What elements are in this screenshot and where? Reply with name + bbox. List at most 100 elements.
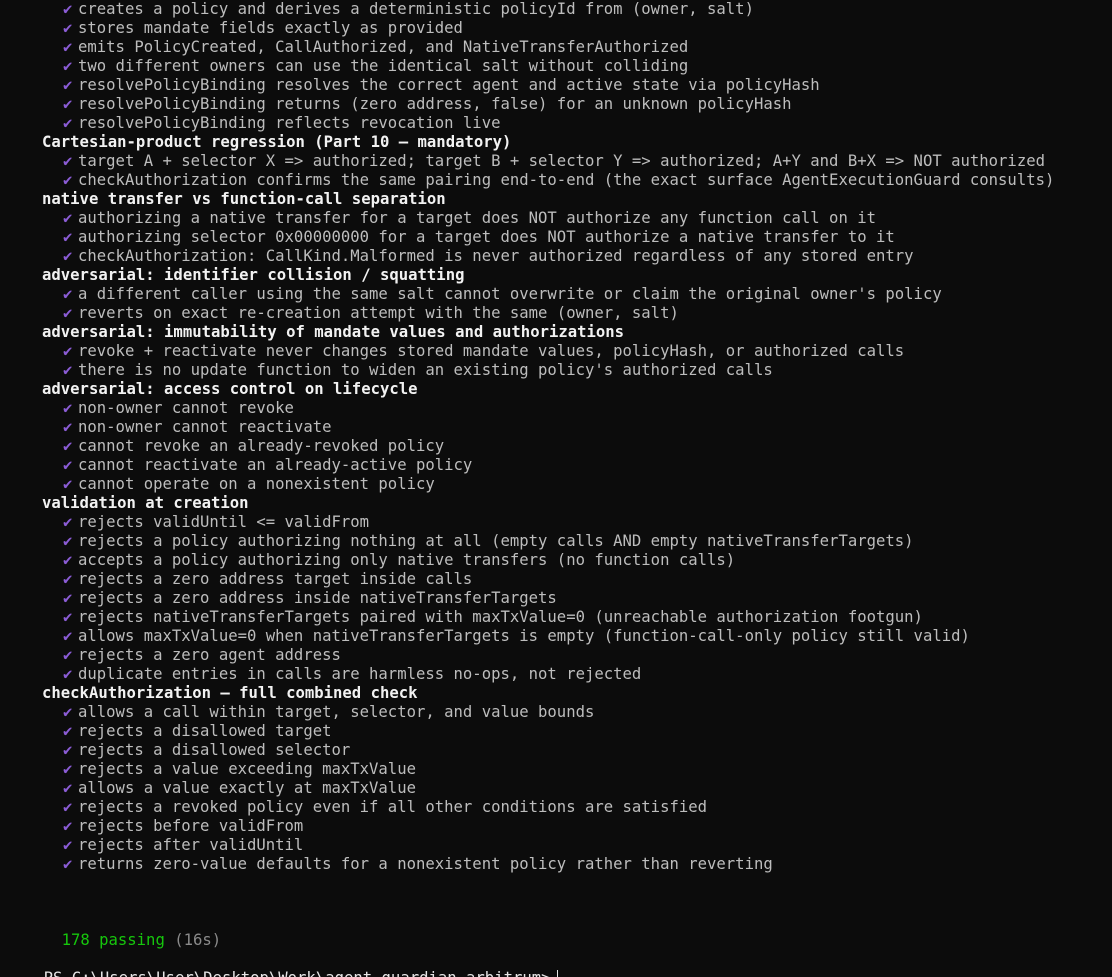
- check-icon: ✔: [63, 247, 73, 265]
- test-title: allows a call within target, selector, a…: [78, 703, 595, 721]
- test-result-line: ✔ resolvePolicyBinding returns (zero addr…: [0, 95, 1112, 114]
- check-icon: ✔: [63, 627, 73, 645]
- check-icon: ✔: [63, 304, 73, 322]
- test-title: accepts a policy authorizing only native…: [78, 551, 736, 569]
- check-icon: ✔: [63, 703, 73, 721]
- test-title: reverts on exact re-creation attempt wit…: [78, 304, 679, 322]
- test-title: emits PolicyCreated, CallAuthorized, and…: [78, 38, 689, 56]
- check-icon: ✔: [63, 589, 73, 607]
- test-title: checkAuthorization confirms the same pai…: [78, 171, 1055, 189]
- test-title: creates a policy and derives a determini…: [78, 0, 754, 18]
- check-icon: ✔: [63, 209, 73, 227]
- test-result-line: ✔ creates a policy and derives a determin…: [0, 0, 1112, 19]
- check-icon: ✔: [63, 836, 73, 854]
- terminal-window[interactable]: ✔ creates a policy and derives a determin…: [0, 0, 1112, 977]
- test-title: allows a value exactly at maxTxValue: [78, 779, 416, 797]
- test-title: rejects a policy authorizing nothing at …: [78, 532, 914, 550]
- test-result-line: ✔ rejects a zero address inside nativeTra…: [0, 589, 1112, 608]
- test-title: rejects a disallowed target: [78, 722, 332, 740]
- check-icon: ✔: [63, 722, 73, 740]
- shell-prompt[interactable]: PS C:\Users\User\Desktop\Work\agent-guar…: [6, 950, 558, 977]
- check-icon: ✔: [63, 817, 73, 835]
- check-icon: ✔: [63, 342, 73, 360]
- test-result-line: ✔ cannot reactivate an already-active pol…: [0, 456, 1112, 475]
- check-icon: ✔: [63, 646, 73, 664]
- test-title: rejects a zero agent address: [78, 646, 341, 664]
- test-result-line: ✔ checkAuthorization confirms the same pa…: [0, 171, 1112, 190]
- test-result-line: ✔ rejects a policy authorizing nothing at…: [0, 532, 1112, 551]
- test-result-line: ✔ two different owners can use the identi…: [0, 57, 1112, 76]
- test-result-line: ✔ checkAuthorization: CallKind.Malformed …: [0, 247, 1112, 266]
- test-title: authorizing selector 0x00000000 for a ta…: [78, 228, 895, 246]
- test-result-line: ✔ allows maxTxValue=0 when nativeTransfer…: [0, 627, 1112, 646]
- test-result-line: ✔ rejects a revoked policy even if all ot…: [0, 798, 1112, 817]
- test-title: resolvePolicyBinding reflects revocation…: [78, 114, 501, 132]
- test-duration: (16s): [174, 931, 222, 949]
- check-icon: ✔: [63, 779, 73, 797]
- test-result-line: ✔ returns zero-value defaults for a nonex…: [0, 855, 1112, 874]
- test-result-line: ✔ authorizing a native transfer for a tar…: [0, 209, 1112, 228]
- check-icon: ✔: [63, 855, 73, 873]
- check-icon: ✔: [63, 152, 73, 170]
- test-result-line: ✔ authorizing selector 0x00000000 for a t…: [0, 228, 1112, 247]
- check-icon: ✔: [63, 456, 73, 474]
- test-result-line: ✔ rejects a disallowed target: [0, 722, 1112, 741]
- test-title: stores mandate fields exactly as provide…: [78, 19, 463, 37]
- check-icon: ✔: [63, 361, 73, 379]
- test-result-line: ✔ rejects before validFrom: [0, 817, 1112, 836]
- test-result-line: ✔ rejects a value exceeding maxTxValue: [0, 760, 1112, 779]
- suite-heading: adversarial: immutability of mandate val…: [42, 323, 625, 341]
- test-title: checkAuthorization: CallKind.Malformed i…: [78, 247, 914, 265]
- test-result-line: ✔ non-owner cannot revoke: [0, 399, 1112, 418]
- test-title: cannot reactivate an already-active poli…: [78, 456, 473, 474]
- check-icon: ✔: [63, 114, 73, 132]
- check-icon: ✔: [63, 171, 73, 189]
- test-title: rejects a zero address target inside cal…: [78, 570, 473, 588]
- test-title: rejects a value exceeding maxTxValue: [78, 760, 416, 778]
- test-title: target A + selector X => authorized; tar…: [78, 152, 1045, 170]
- suite-heading: validation at creation: [42, 494, 249, 512]
- test-result-line: ✔ allows a call within target, selector, …: [0, 703, 1112, 722]
- test-result-line: ✔ rejects after validUntil: [0, 836, 1112, 855]
- test-result-line: ✔ target A + selector X => authorized; ta…: [0, 152, 1112, 171]
- test-result-line: ✔ a different caller using the same salt …: [0, 285, 1112, 304]
- check-icon: ✔: [63, 19, 73, 37]
- test-title: non-owner cannot reactivate: [78, 418, 332, 436]
- passing-count: 178 passing: [61, 931, 165, 949]
- test-result-line: ✔ rejects validUntil <= validFrom: [0, 513, 1112, 532]
- check-icon: ✔: [63, 760, 73, 778]
- test-title: authorizing a native transfer for a targ…: [78, 209, 876, 227]
- test-result-line: ✔ emits PolicyCreated, CallAuthorized, an…: [0, 38, 1112, 57]
- check-icon: ✔: [63, 798, 73, 816]
- test-result-line: ✔ rejects a disallowed selector: [0, 741, 1112, 760]
- check-icon: ✔: [63, 285, 73, 303]
- suite-heading: checkAuthorization — full combined check: [42, 684, 418, 702]
- check-icon: ✔: [63, 570, 73, 588]
- test-title: allows maxTxValue=0 when nativeTransferT…: [78, 627, 970, 645]
- suite-heading: adversarial: access control on lifecycle: [42, 380, 418, 398]
- test-title: there is no update function to widen an …: [78, 361, 773, 379]
- check-icon: ✔: [63, 741, 73, 759]
- check-icon: ✔: [63, 513, 73, 531]
- check-icon: ✔: [63, 551, 73, 569]
- test-output: ✔ creates a policy and derives a determin…: [0, 0, 1112, 874]
- test-result-line: ✔ reverts on exact re-creation attempt wi…: [0, 304, 1112, 323]
- test-result-line: ✔ revoke + reactivate never changes store…: [0, 342, 1112, 361]
- check-icon: ✔: [63, 399, 73, 417]
- test-result-line: ✔ duplicate entries in calls are harmless…: [0, 665, 1112, 684]
- test-title: cannot operate on a nonexistent policy: [78, 475, 435, 493]
- suite-heading: native transfer vs function-call separat…: [42, 190, 446, 208]
- test-result-line: ✔ cannot operate on a nonexistent policy: [0, 475, 1112, 494]
- test-title: cannot revoke an already-revoked policy: [78, 437, 445, 455]
- check-icon: ✔: [63, 437, 73, 455]
- test-title: rejects a disallowed selector: [78, 741, 351, 759]
- test-result-line: ✔ resolvePolicyBinding reflects revocatio…: [0, 114, 1112, 133]
- check-icon: ✔: [63, 0, 73, 18]
- check-icon: ✔: [63, 608, 73, 626]
- test-title: rejects before validFrom: [78, 817, 304, 835]
- suite-heading: adversarial: identifier collision / squa…: [42, 266, 465, 284]
- test-title: returns zero-value defaults for a nonexi…: [78, 855, 773, 873]
- text-cursor: [556, 970, 558, 977]
- test-result-line: ✔ there is no update function to widen an…: [0, 361, 1112, 380]
- test-title: rejects validUntil <= validFrom: [78, 513, 370, 531]
